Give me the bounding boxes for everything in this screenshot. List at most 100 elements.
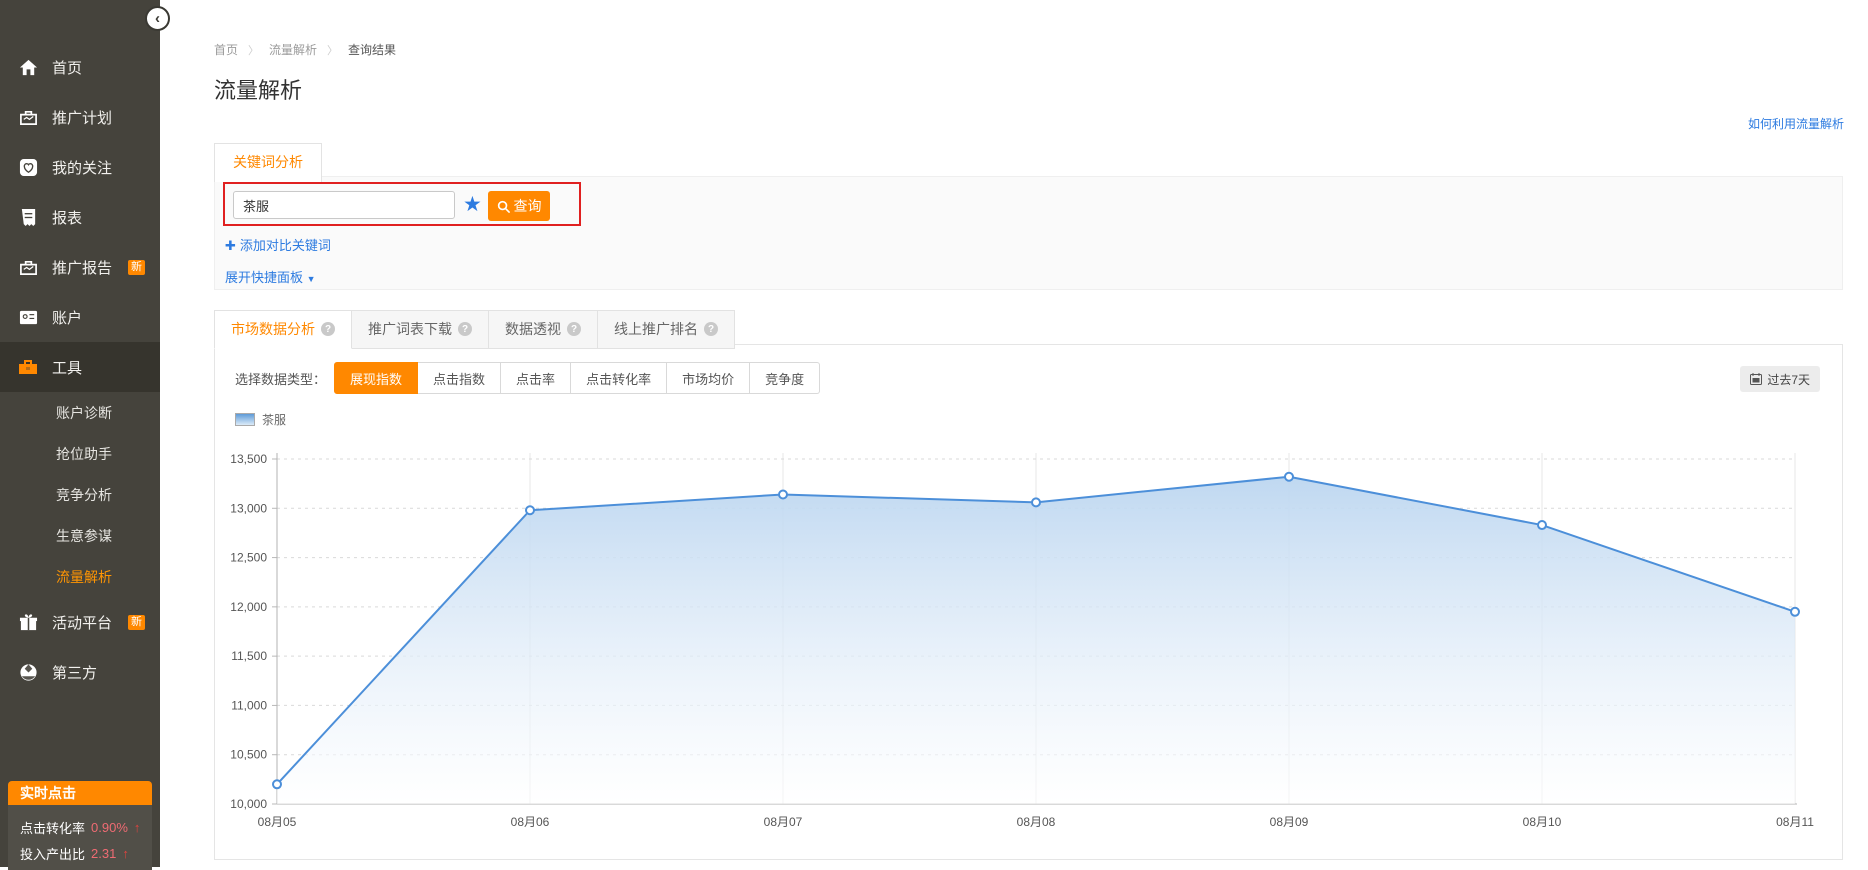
question-mark-icon[interactable]: ? [704, 322, 718, 336]
sidebar-item-label: 账户 [52, 307, 82, 328]
sidebar-item-我的关注[interactable]: 我的关注 [0, 142, 160, 192]
y-tick-label: 11,500 [231, 649, 267, 663]
sidebar-item-工具[interactable]: 工具 [0, 342, 160, 392]
data-type-点击转化率[interactable]: 点击转化率 [571, 362, 667, 394]
up-arrow-icon: ↑ [122, 846, 129, 861]
tab-线上推广排名[interactable]: 线上推广排名? [598, 310, 735, 349]
help-link[interactable]: 如何利用流量解析 [1748, 115, 1844, 132]
add-compare-label: 添加对比关键词 [240, 238, 331, 253]
tab-数据透视[interactable]: 数据透视? [489, 310, 598, 349]
data-type-竞争度[interactable]: 竞争度 [750, 362, 820, 394]
data-type-展现指数[interactable]: 展现指数 [334, 362, 418, 394]
breadcrumb-item[interactable]: 首页 [214, 41, 238, 58]
sidebar-item-第三方[interactable]: 第三方 [0, 647, 160, 697]
sidebar-item-label: 生意参谋 [56, 526, 112, 546]
legend-label: 茶服 [262, 411, 286, 428]
traffic-line-chart: 10,00010,50011,00011,50012,00012,50013,0… [215, 445, 1840, 865]
breadcrumb: 首页〉流量解析〉查询结果 [214, 41, 396, 58]
third-party-icon [18, 662, 38, 682]
x-tick-label: 08月05 [258, 815, 297, 829]
activity-icon [18, 612, 38, 632]
sidebar-item-账户诊断[interactable]: 账户诊断 [0, 392, 160, 433]
metric-label: 投入产出比 [20, 844, 85, 863]
sidebar-item-label: 我的关注 [52, 157, 112, 178]
sidebar-item-首页[interactable]: 首页 [0, 42, 160, 92]
expand-panel-label: 展开快捷面板 [225, 270, 303, 285]
breadcrumb-item: 查询结果 [348, 41, 396, 58]
date-range-button[interactable]: 过去7天 [1740, 366, 1820, 392]
x-tick-label: 08月08 [1017, 815, 1056, 829]
tab-label: 推广词表下载 [368, 319, 452, 339]
sidebar-collapse-icon[interactable]: ‹ [145, 6, 170, 31]
query-button-label: 查询 [514, 196, 542, 216]
x-tick-label: 08月06 [511, 815, 550, 829]
expand-quick-panel-link[interactable]: 展开快捷面板 ▼ [225, 267, 316, 286]
data-point-marker [1538, 521, 1546, 529]
y-tick-label: 12,500 [230, 551, 267, 565]
sidebar-item-label: 抢位助手 [56, 444, 112, 464]
date-range-label: 过去7天 [1767, 371, 1810, 388]
question-mark-icon[interactable]: ? [567, 322, 581, 336]
data-type-点击指数[interactable]: 点击指数 [418, 362, 501, 394]
sidebar-item-抢位助手[interactable]: 抢位助手 [0, 433, 160, 474]
x-tick-label: 08月09 [1270, 815, 1309, 829]
promo-plan-icon [18, 107, 38, 127]
data-point-marker [1285, 473, 1293, 481]
y-tick-label: 10,500 [230, 748, 267, 762]
sidebar-item-生意参谋[interactable]: 生意参谋 [0, 515, 160, 556]
chevron-down-icon: ▼ [307, 274, 316, 284]
sidebar-item-label: 账户诊断 [56, 403, 112, 423]
data-type-label: 选择数据类型： [235, 369, 326, 388]
query-button[interactable]: 查询 [488, 191, 550, 221]
sidebar-item-报表[interactable]: 报表 [0, 192, 160, 242]
x-tick-label: 08月11 [1776, 815, 1814, 829]
metric-label: 点击转化率 [20, 818, 85, 837]
tab-label: 线上推广排名 [614, 319, 698, 339]
sidebar-item-label: 推广计划 [52, 107, 112, 128]
add-compare-keyword-link[interactable]: ✚ 添加对比关键词 [225, 235, 331, 254]
sidebar-item-推广计划[interactable]: 推广计划 [0, 92, 160, 142]
new-badge: 新 [128, 615, 145, 630]
promo-report-icon [18, 257, 38, 277]
favorite-star-icon[interactable]: ★ [463, 192, 482, 217]
sidebar: ‹ 首页推广计划我的关注报表推广报告新账户工具账户诊断抢位助手竞争分析生意参谋流… [0, 0, 160, 867]
breadcrumb-separator: 〉 [248, 42, 259, 58]
sidebar-item-活动平台[interactable]: 活动平台新 [0, 597, 160, 647]
report-icon [18, 207, 38, 227]
y-tick-label: 13,500 [230, 452, 267, 466]
realtime-rows: 点击转化率0.90%↑投入产出比2.31↑ [8, 805, 152, 870]
keyword-input[interactable] [233, 191, 455, 219]
tab-label: 数据透视 [505, 319, 561, 339]
tools-icon [18, 357, 38, 377]
data-point-marker [1791, 608, 1799, 616]
analysis-tabs: 市场数据分析?推广词表下载?数据透视?线上推广排名? [214, 310, 735, 349]
y-tick-label: 13,000 [230, 501, 267, 515]
sidebar-item-label: 推广报告 [52, 257, 112, 278]
sidebar-item-label: 报表 [52, 207, 82, 228]
question-mark-icon[interactable]: ? [321, 322, 335, 336]
data-type-点击率[interactable]: 点击率 [501, 362, 571, 394]
tab-label: 市场数据分析 [231, 319, 315, 339]
home-icon [18, 57, 38, 77]
plus-icon: ✚ [225, 238, 236, 253]
tab-推广词表下载[interactable]: 推广词表下载? [352, 310, 489, 349]
data-type-市场均价[interactable]: 市场均价 [667, 362, 750, 394]
metric-value: 0.90% [91, 820, 128, 835]
sidebar-nav: 首页推广计划我的关注报表推广报告新账户工具账户诊断抢位助手竞争分析生意参谋流量解… [0, 0, 160, 697]
sidebar-item-账户[interactable]: 账户 [0, 292, 160, 342]
sidebar-item-label: 工具 [52, 357, 82, 378]
sidebar-item-竞争分析[interactable]: 竞争分析 [0, 474, 160, 515]
chart-panel: 选择数据类型： 展现指数点击指数点击率点击转化率市场均价竞争度 过去7天 茶服 … [214, 344, 1843, 860]
data-point-marker [779, 490, 787, 498]
sidebar-item-推广报告[interactable]: 推广报告 新 [0, 242, 160, 292]
sidebar-item-流量解析[interactable]: 流量解析 [0, 556, 160, 597]
page-title: 流量解析 [214, 73, 302, 105]
breadcrumb-item[interactable]: 流量解析 [269, 41, 317, 58]
sidebar-item-label: 流量解析 [56, 567, 112, 587]
data-point-marker [1032, 498, 1040, 506]
tab-keyword-analysis[interactable]: 关键词分析 [214, 143, 322, 182]
realtime-header[interactable]: 实时点击 [8, 781, 152, 805]
tab-市场数据分析[interactable]: 市场数据分析? [214, 310, 352, 349]
question-mark-icon[interactable]: ? [458, 322, 472, 336]
new-badge: 新 [128, 260, 145, 275]
